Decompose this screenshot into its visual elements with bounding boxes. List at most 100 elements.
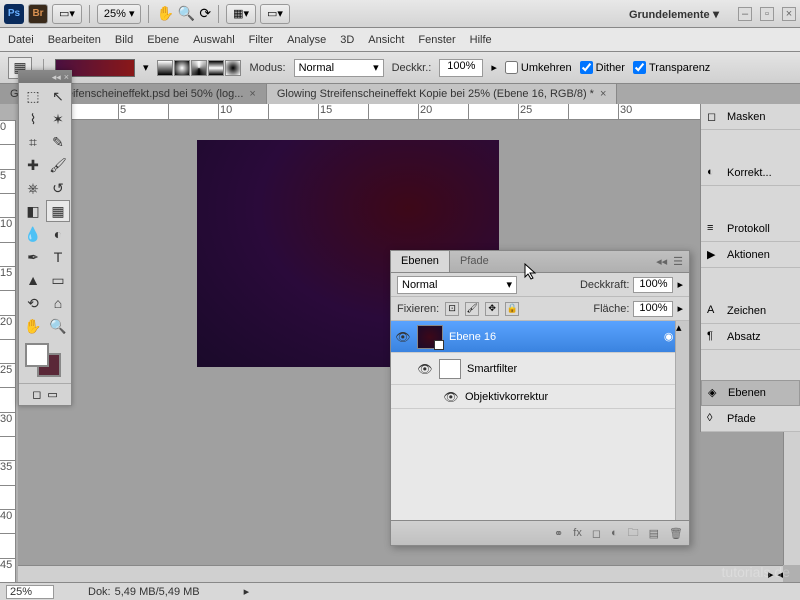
hand-tool-icon[interactable]: ✋ <box>21 315 45 337</box>
shape-tool-icon[interactable]: ▭ <box>46 269 70 291</box>
gradient-tool-icon[interactable]: ▦ <box>46 200 70 222</box>
gradient-type-diamond[interactable] <box>225 60 241 76</box>
visibility-icon[interactable]: 👁 <box>417 362 433 376</box>
eyedropper-tool-icon[interactable]: ✎ <box>46 131 70 153</box>
transparenz-checkbox[interactable]: Transparenz <box>633 61 710 74</box>
menu-ansicht[interactable]: Ansicht <box>368 34 404 46</box>
panel-ebenen[interactable]: ◈Ebenen <box>701 380 800 406</box>
layer-blend-mode-select[interactable]: Normal▾ <box>397 276 517 294</box>
stamp-tool-icon[interactable]: ⎈ <box>21 177 45 199</box>
opacity-flyout-icon[interactable]: ▸ <box>491 61 497 74</box>
gradient-type-radial[interactable] <box>174 60 190 76</box>
marquee-tool-icon[interactable]: ↖ <box>46 85 70 107</box>
type-tool-icon[interactable]: T <box>46 246 70 268</box>
lock-transparency-icon[interactable]: ⊡ <box>445 302 459 316</box>
move-tool-icon[interactable]: ⬚ <box>21 85 45 107</box>
blur-tool-icon[interactable]: 💧 <box>21 223 45 245</box>
document-tab-2[interactable]: Glowing Streifenscheineffekt Kopie bei 2… <box>267 84 618 104</box>
tab-ebenen[interactable]: Ebenen <box>391 251 450 272</box>
zoom-field[interactable]: 25% <box>6 585 54 599</box>
quickselect-tool-icon[interactable]: ✶ <box>46 108 70 130</box>
horizontal-scrollbar[interactable]: ▸◂ <box>18 565 783 582</box>
gradient-type-linear[interactable] <box>157 60 173 76</box>
panel-collapse-icon[interactable]: ◂◂ <box>656 255 667 268</box>
opacity-flyout-icon[interactable]: ▸ <box>677 278 683 291</box>
gradient-picker-dropdown[interactable]: ▾ <box>143 61 149 74</box>
lock-position-icon[interactable]: ✥ <box>485 302 499 316</box>
minimize-button[interactable]: – <box>738 7 752 21</box>
delete-layer-icon[interactable]: 🗑 <box>669 527 683 540</box>
panel-pfade[interactable]: ◊Pfade <box>701 406 800 432</box>
rotate-view-icon[interactable]: ⟳ <box>199 5 211 22</box>
adjustment-layer-icon[interactable]: ◐ <box>611 527 618 539</box>
close-icon[interactable]: × <box>600 88 606 100</box>
umkehren-checkbox[interactable]: Umkehren <box>505 61 572 74</box>
opacity-input[interactable]: 100% <box>439 59 483 77</box>
layer-thumbnail[interactable] <box>417 325 443 349</box>
tab-pfade[interactable]: Pfade <box>450 251 499 272</box>
restore-button[interactable]: ▫ <box>760 7 774 21</box>
crop-tool-icon[interactable]: ⌗ <box>21 131 45 153</box>
toolbox-header[interactable]: ◂◂× <box>19 71 71 83</box>
3d-camera-icon[interactable]: ⌂ <box>46 292 70 314</box>
menu-bearbeiten[interactable]: Bearbeiten <box>48 34 101 46</box>
visibility-icon[interactable]: 👁 <box>443 390 459 404</box>
foreground-color-swatch[interactable] <box>25 343 49 367</box>
blend-mode-select[interactable]: Normal▾ <box>294 59 384 77</box>
panel-aktionen[interactable]: ▶Aktionen <box>701 242 800 268</box>
layer-name[interactable]: Ebene 16 <box>449 331 496 343</box>
3d-rotate-icon[interactable]: ⟲ <box>21 292 45 314</box>
layers-scrollbar[interactable]: ▴ <box>675 321 689 520</box>
visibility-icon[interactable]: 👁 <box>395 330 411 344</box>
menu-filter[interactable]: Filter <box>249 34 273 46</box>
filter-thumbnail[interactable] <box>439 359 461 379</box>
close-icon[interactable]: × <box>64 72 69 82</box>
layer-fx-icon[interactable]: fx <box>573 527 582 539</box>
status-flyout-icon[interactable]: ▸ <box>244 585 250 598</box>
menu-fenster[interactable]: Fenster <box>418 34 455 46</box>
layer-row[interactable]: 👁 Ebene 16 ◉ ▾ <box>391 321 689 353</box>
eraser-tool-icon[interactable]: ◧ <box>21 200 45 222</box>
screenmode-icon[interactable]: ▭ <box>47 388 57 401</box>
link-layers-icon[interactable]: ⚭ <box>554 527 563 540</box>
panel-zeichen[interactable]: AZeichen <box>701 298 800 324</box>
quickmask-icon[interactable]: ◻ <box>32 388 41 401</box>
history-brush-icon[interactable]: ↺ <box>46 177 70 199</box>
brush-tool-icon[interactable]: 🖌 <box>46 154 70 176</box>
filter-name[interactable]: Objektivkorrektur <box>465 391 548 403</box>
collapse-icon[interactable]: ◂◂ <box>52 72 61 83</box>
healing-tool-icon[interactable]: ✚ <box>21 154 45 176</box>
gradient-type-reflected[interactable] <box>208 60 224 76</box>
screen-mode-button[interactable]: ▭▾ <box>260 4 290 24</box>
arrange-documents-button[interactable]: ▦▾ <box>226 4 256 24</box>
menu-auswahl[interactable]: Auswahl <box>193 34 235 46</box>
menu-ebene[interactable]: Ebene <box>147 34 179 46</box>
zoom-level-button[interactable]: 25% ▾ <box>97 4 142 24</box>
panel-masken[interactable]: ◻Masken <box>701 104 800 130</box>
dither-checkbox[interactable]: Dither <box>580 61 625 74</box>
panel-korrekturen[interactable]: ◐Korrekt... <box>701 160 800 186</box>
menu-datei[interactable]: Datei <box>8 34 34 46</box>
menu-bild[interactable]: Bild <box>115 34 133 46</box>
layer-row[interactable]: 👁 Smartfilter <box>391 353 689 385</box>
panel-protokoll[interactable]: ≡Protokoll <box>701 216 800 242</box>
pen-tool-icon[interactable]: ✒ <box>21 246 45 268</box>
lock-all-icon[interactable]: 🔒 <box>505 302 519 316</box>
layer-mask-icon[interactable]: ◻ <box>592 527 601 540</box>
workspace-selector[interactable]: Grundelemente ▾ <box>629 7 719 21</box>
path-select-icon[interactable]: ▲ <box>21 269 45 291</box>
color-swatches[interactable] <box>23 343 67 379</box>
layer-group-icon[interactable]: 🗀 <box>628 524 639 543</box>
layer-fill-input[interactable]: 100% <box>633 301 673 317</box>
hand-tool-icon[interactable]: ✋ <box>156 5 173 22</box>
layer-row[interactable]: 👁 Objektivkorrektur ⇄ <box>391 385 689 409</box>
fill-flyout-icon[interactable]: ▸ <box>677 302 683 315</box>
close-button[interactable]: × <box>782 7 796 21</box>
new-layer-icon[interactable]: ▤ <box>649 527 659 540</box>
menu-3d[interactable]: 3D <box>340 34 354 46</box>
lock-pixels-icon[interactable]: 🖌 <box>465 302 479 316</box>
gradient-type-angle[interactable] <box>191 60 207 76</box>
menu-hilfe[interactable]: Hilfe <box>470 34 492 46</box>
layout-button[interactable]: ▭▾ <box>52 4 82 24</box>
zoom-tool-icon[interactable]: 🔍 <box>46 315 70 337</box>
